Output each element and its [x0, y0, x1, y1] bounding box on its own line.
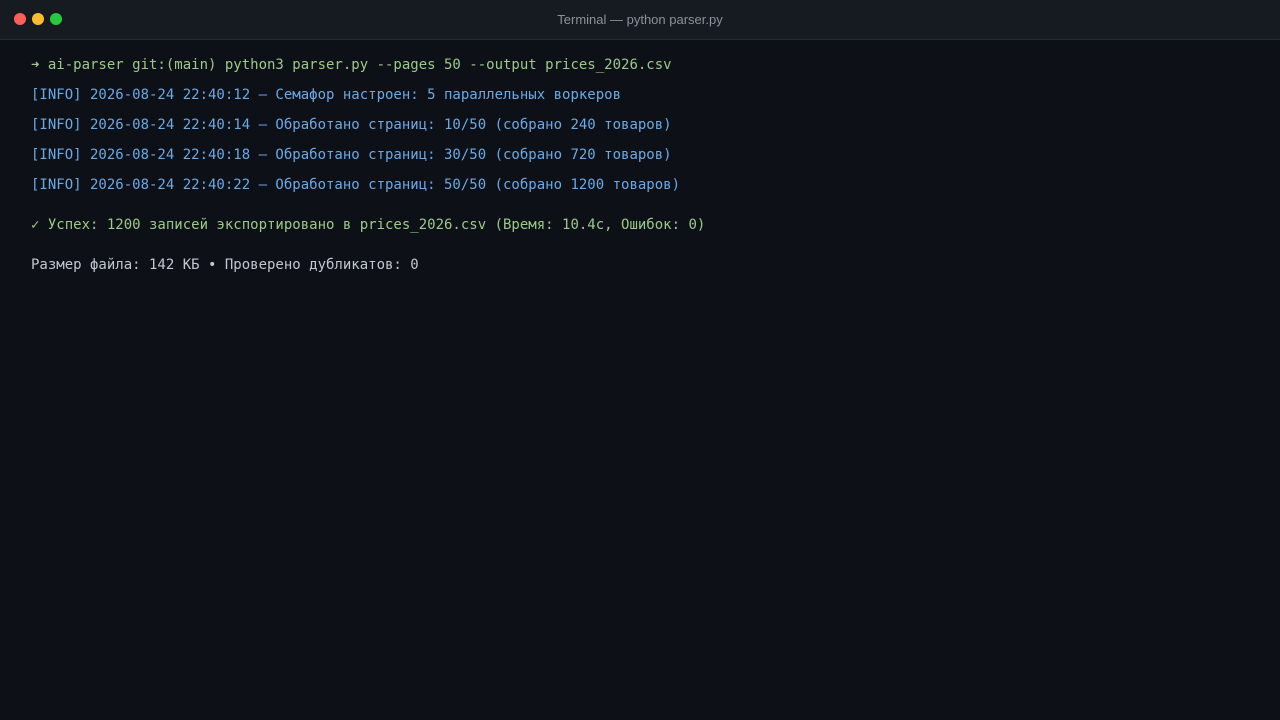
- log-line: [INFO] 2026-08-24 22:40:18 — Обработано …: [31, 147, 672, 163]
- stats-line: Размер файла: 142 КБ • Проверено дублика…: [31, 257, 419, 273]
- window-title: Terminal — python parser.py: [557, 12, 723, 27]
- command-line: ➜ ai-parser git:(main) python3 parser.py…: [31, 57, 672, 73]
- title-bar[interactable]: Terminal — python parser.py: [0, 0, 1280, 40]
- log-line: [INFO] 2026-08-24 22:40:14 — Обработано …: [31, 117, 672, 133]
- success-line: ✓ Успех: 1200 записей экспортировано в p…: [31, 217, 706, 233]
- log-line: [INFO] 2026-08-24 22:40:12 — Семафор нас…: [31, 87, 622, 103]
- terminal-window: Terminal — python parser.py ➜ ai-parser …: [0, 0, 1280, 720]
- terminal-output[interactable]: ➜ ai-parser git:(main) python3 parser.py…: [31, 53, 1251, 273]
- log-line: [INFO] 2026-08-24 22:40:22 — Обработано …: [31, 177, 681, 193]
